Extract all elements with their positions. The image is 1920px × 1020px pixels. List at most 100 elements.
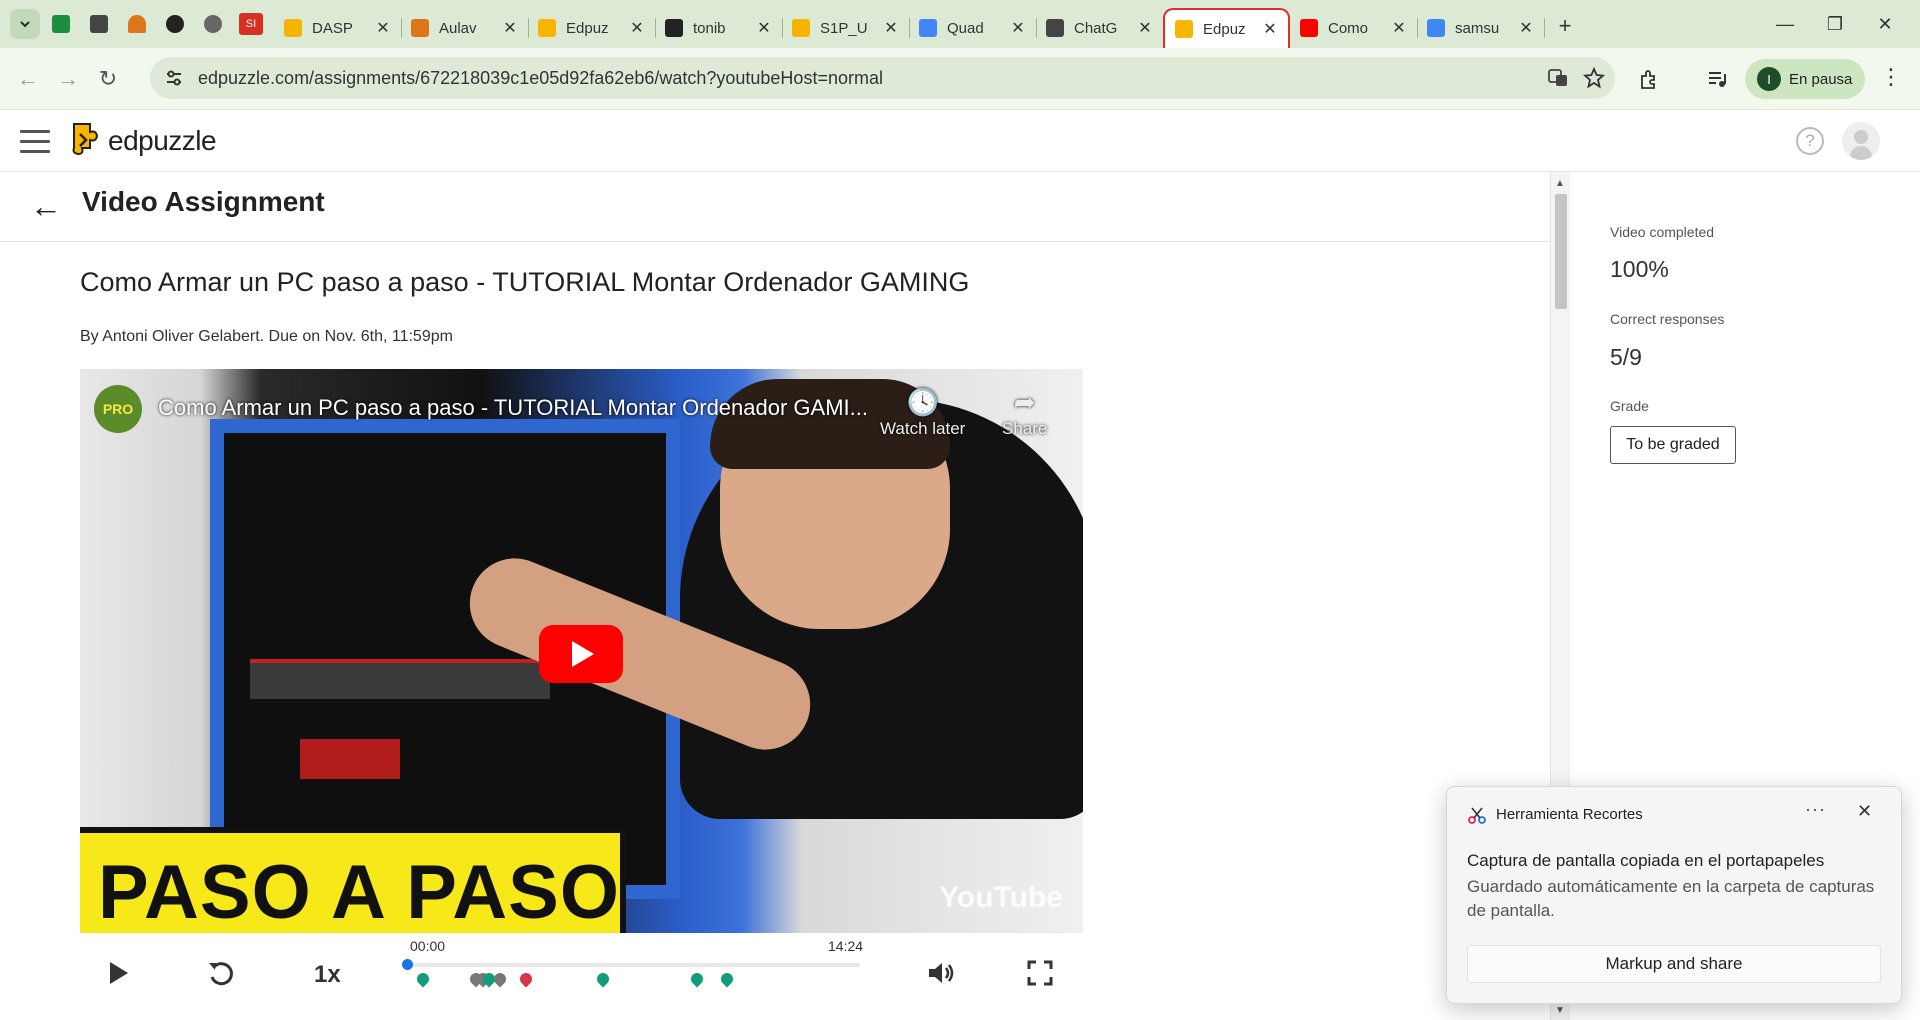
markup-and-share-button[interactable]: Markup and share [1467,945,1881,983]
profile-status: En pausa [1789,70,1853,88]
question-marker[interactable] [718,970,736,988]
thumbnail-gpu [250,659,550,699]
play-icon [572,641,594,667]
pinned-tab-classroom[interactable] [82,9,116,39]
scroll-down-icon[interactable]: ▼ [1555,1005,1565,1016]
notification-app-name: Herramienta Recortes [1496,806,1643,823]
progress-track[interactable] [408,963,860,967]
watch-later-button[interactable]: 🕓 Watch later [880,387,965,439]
profile-button[interactable]: I En pausa [1745,59,1865,99]
rewind-icon[interactable] [206,959,236,989]
tab-close-icon[interactable]: ✕ [375,18,391,38]
grade-status-button[interactable]: To be graded [1610,426,1736,464]
question-marker[interactable] [517,970,535,988]
question-marker[interactable] [594,970,612,988]
user-avatar[interactable] [1842,122,1880,160]
tab-title: samsu [1455,19,1500,37]
browser-tab[interactable]: Edpuz ✕ [528,8,656,48]
edpuzzle-logo[interactable]: edpuzzle [70,122,217,160]
question-marker[interactable] [414,970,432,988]
tab-close-icon[interactable]: ✕ [1262,19,1278,39]
extensions-icon[interactable] [1638,68,1660,90]
banner-text: PASO A PASO [98,850,620,933]
share-arrow-icon: ➦ [1013,387,1036,417]
restore-button[interactable]: ❐ [1810,0,1860,48]
browser-tab[interactable]: S1P_U ✕ [782,8,910,48]
forward-button[interactable]: → [48,59,88,99]
github-icon [166,15,184,33]
browser-tab[interactable]: ChatG ✕ [1036,8,1164,48]
youtube-play-button[interactable] [539,625,623,683]
scroll-up-icon[interactable]: ▲ [1555,178,1565,189]
pinned-tab-globe[interactable] [196,9,230,39]
assignment-subheader: ← Video Assignment [0,172,1550,242]
address-bar[interactable]: edpuzzle.com/assignments/672218039c1e05d… [150,57,1615,99]
progress-scrubber[interactable] [402,959,413,970]
video-player[interactable]: PRO Como Armar un PC paso a paso - TUTOR… [80,369,1083,933]
docs-icon [919,19,937,37]
tab-title: DASP [312,19,353,37]
video-completed-label: Video completed [1610,224,1715,240]
pinned-tab-sheets[interactable] [44,9,78,39]
browser-tab[interactable]: samsu ✕ [1417,8,1545,48]
edpuzzle-icon [538,19,556,37]
tab-close-icon[interactable]: ✕ [756,18,772,38]
video-completed-value: 100% [1610,256,1669,282]
notification-more-icon[interactable]: ··· [1805,799,1826,820]
volume-icon[interactable] [926,959,958,987]
pinned-tab-moodle[interactable] [120,9,154,39]
browser-tab[interactable]: Como ✕ [1290,8,1418,48]
browser-tab[interactable]: DASP ✕ [274,8,402,48]
browser-tab[interactable]: Quad ✕ [909,8,1037,48]
pinned-tab-github[interactable] [158,9,192,39]
close-window-button[interactable]: ✕ [1860,0,1910,48]
notification-close-icon[interactable]: ✕ [1857,801,1872,822]
tab-title: Edpuz [566,19,609,37]
reload-button[interactable]: ↻ [88,59,128,99]
tab-close-icon[interactable]: ✕ [1391,18,1407,38]
youtube-watermark[interactable]: YouTube [939,881,1063,915]
share-button[interactable]: ➦ Share [1002,387,1047,439]
share-label: Share [1002,419,1048,438]
question-marker[interactable] [491,970,509,988]
tab-close-icon[interactable]: ✕ [1518,18,1534,38]
classroom-icon [90,15,108,33]
media-control-icon[interactable] [1706,68,1728,90]
tab-close-icon[interactable]: ✕ [1010,18,1026,38]
tab-search-button[interactable] [10,9,40,39]
play-icon[interactable] [106,959,132,987]
back-arrow-icon[interactable]: ← [30,188,62,225]
pinned-tab-si[interactable]: SI [234,9,268,39]
channel-avatar[interactable]: PRO [94,385,142,433]
youtube-video-title[interactable]: Como Armar un PC paso a paso - TUTORIAL … [158,395,868,421]
tab-title: tonib [693,19,726,37]
tab-close-icon[interactable]: ✕ [1137,18,1153,38]
scrollbar-thumb[interactable] [1555,194,1567,309]
current-time: 00:00 [410,938,446,954]
browser-tab[interactable]: Edpuz ✕ [1163,8,1290,48]
site-settings-icon[interactable] [164,68,184,88]
tab-close-icon[interactable]: ✕ [502,18,518,38]
bookmark-star-icon[interactable] [1583,67,1605,89]
new-tab-button[interactable]: + [1550,13,1580,39]
help-icon[interactable]: ? [1796,127,1824,155]
notification-title: Captura de pantalla copiada en el portap… [1467,851,1825,870]
browser-menu-icon[interactable]: ⋮ [1880,64,1902,90]
tab-close-icon[interactable]: ✕ [629,18,645,38]
edpuzzle-logo-icon [72,123,99,156]
thumbnail-red-part [300,739,400,779]
translate-icon[interactable] [1547,67,1569,89]
browser-tab[interactable]: Aulav ✕ [401,8,529,48]
fullscreen-icon[interactable] [1026,959,1054,987]
hamburger-menu-icon[interactable] [20,130,50,153]
google-icon [1427,19,1445,37]
playback-speed-button[interactable]: 1x [314,961,341,989]
browser-toolbar: ← → ↻ edpuzzle.com/assignments/672218039… [0,48,1920,110]
browser-tab[interactable]: tonib ✕ [655,8,783,48]
back-button[interactable]: ← [8,59,48,99]
minimize-button[interactable]: — [1760,0,1810,48]
edpuzzle-icon [1175,20,1193,38]
video-title: Como Armar un PC paso a paso - TUTORIAL … [80,267,970,297]
question-marker[interactable] [688,970,706,988]
tab-close-icon[interactable]: ✕ [883,18,899,38]
